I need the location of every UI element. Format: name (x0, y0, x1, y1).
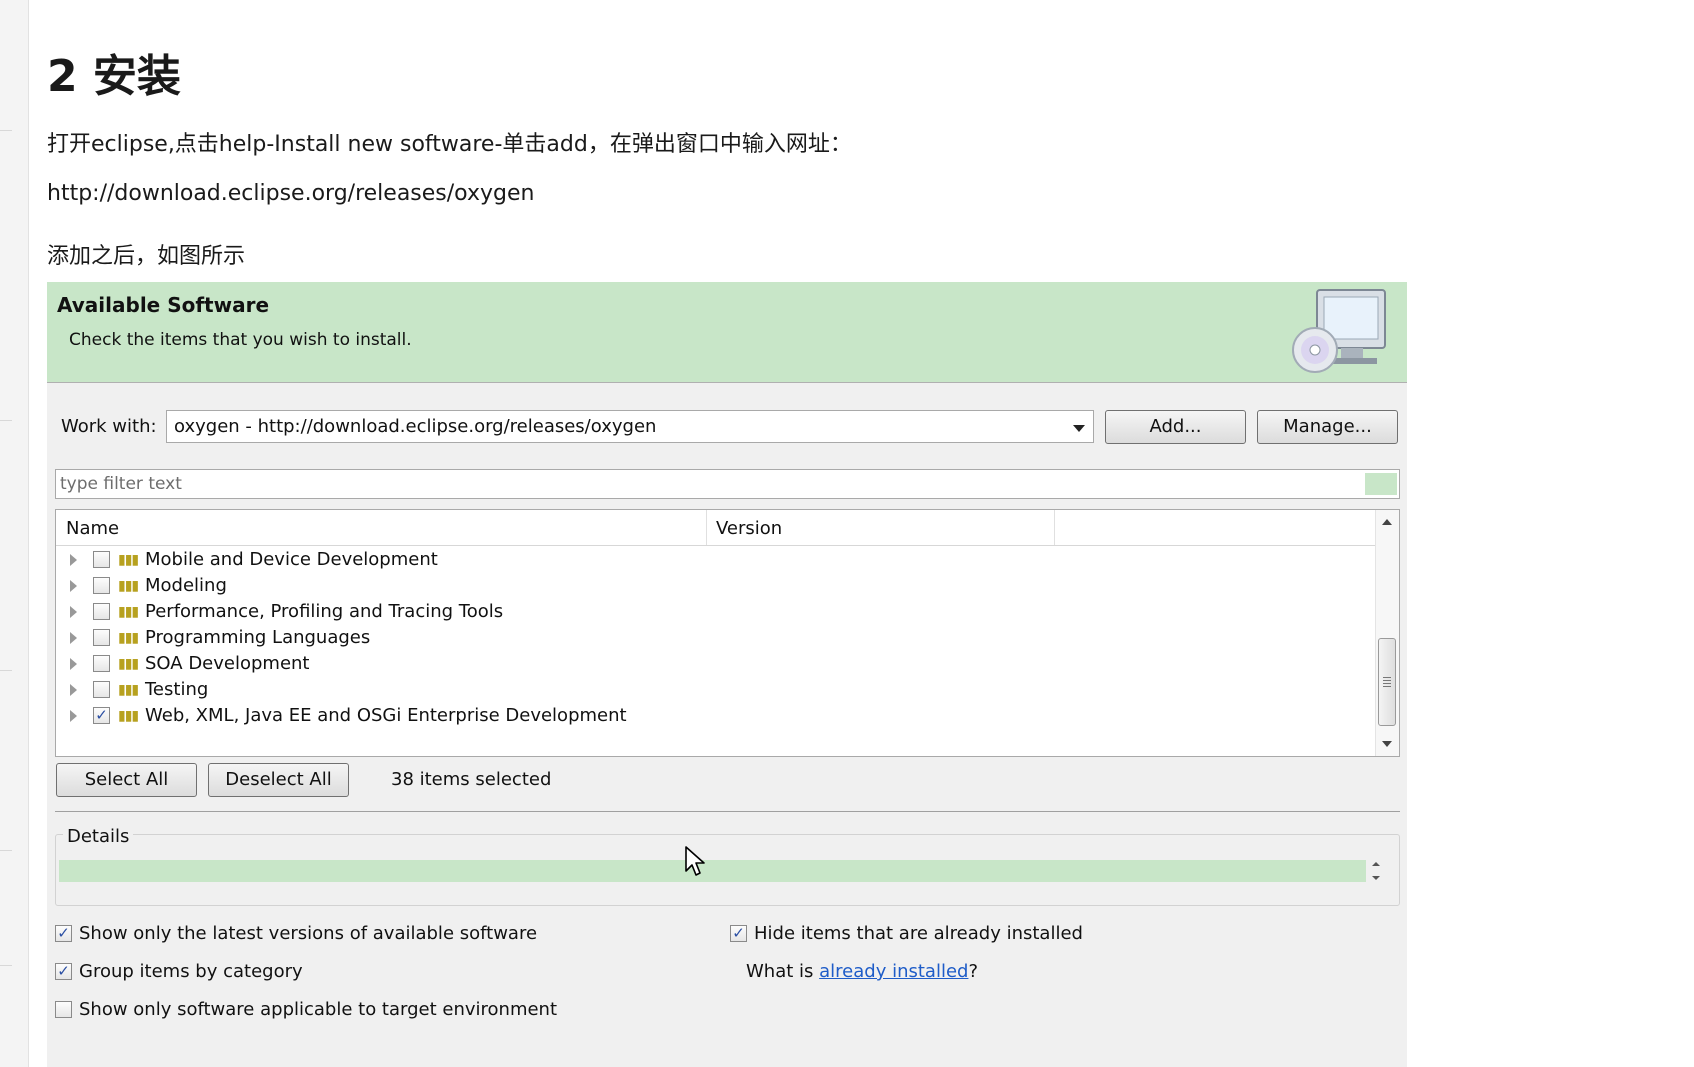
row-label: SOA Development (145, 653, 310, 674)
grip-line (1383, 686, 1391, 687)
row-label: Web, XML, Java EE and OSGi Enterprise De… (145, 705, 627, 726)
category-icon: ▮▮▮ (118, 682, 139, 698)
tree-row[interactable]: ▮▮▮ Testing (56, 677, 1376, 703)
select-all-label: Select All (84, 769, 169, 790)
category-icon: ▮▮▮ (118, 552, 139, 568)
column-header-version[interactable]: Version (716, 518, 782, 539)
software-tree: Name Version ▮▮▮ Mobile and Device Devel… (55, 509, 1400, 757)
row-checkbox[interactable] (93, 551, 110, 568)
select-all-button[interactable]: Select All (56, 763, 197, 797)
dialog-banner: Available Software Check the items that … (47, 282, 1407, 383)
scroll-up-icon[interactable] (1372, 862, 1380, 866)
grip-line (1383, 683, 1391, 684)
what-is-prefix: What is (746, 961, 820, 982)
row-checkbox-checked[interactable]: ✓ (93, 707, 110, 724)
gutter-tick (0, 965, 12, 966)
column-divider[interactable] (706, 510, 707, 545)
gutter-tick (0, 850, 12, 851)
separator (55, 811, 1400, 812)
row-checkbox[interactable] (93, 577, 110, 594)
scroll-down-icon[interactable] (1382, 741, 1392, 747)
details-label: Details (63, 826, 134, 847)
mouse-cursor-icon (685, 846, 705, 876)
group-by-category-label: Group items by category (79, 961, 303, 982)
target-environment-label: Show only software applicable to target … (79, 999, 558, 1020)
latest-versions-label: Show only the latest versions of availab… (79, 923, 538, 944)
tree-row[interactable]: ▮▮▮ Performance, Profiling and Tracing T… (56, 599, 1376, 625)
scroll-up-icon[interactable] (1382, 519, 1392, 525)
tree-row[interactable]: ▮▮▮ Modeling (56, 573, 1376, 599)
filter-input[interactable]: type filter text (55, 469, 1400, 499)
add-site-label: Add... (1149, 416, 1202, 437)
row-checkbox[interactable] (93, 629, 110, 646)
details-scroll[interactable] (1371, 862, 1381, 882)
after-add-paragraph: 添加之后，如图所示 (47, 244, 246, 269)
tree-row[interactable]: ▮▮▮ Programming Languages (56, 625, 1376, 651)
filter-clear-area (1365, 473, 1397, 495)
category-icon: ▮▮▮ (118, 578, 139, 594)
tree-row[interactable]: ✓ ▮▮▮ Web, XML, Java EE and OSGi Enterpr… (56, 703, 1376, 729)
banner-subtitle: Check the items that you wish to install… (69, 330, 412, 350)
tree-row[interactable]: ▮▮▮ SOA Development (56, 651, 1376, 677)
hide-installed-checkbox[interactable]: ✓ (730, 925, 747, 942)
scrollbar-thumb[interactable] (1378, 638, 1396, 726)
manage-sites-button[interactable]: Manage... (1257, 410, 1398, 444)
manage-sites-label: Manage... (1283, 416, 1372, 437)
target-environment-checkbox[interactable] (55, 1001, 72, 1018)
expand-arrow-icon[interactable] (70, 658, 77, 670)
details-text-area[interactable] (59, 860, 1366, 882)
deselect-all-label: Deselect All (225, 769, 332, 790)
row-checkbox[interactable] (93, 681, 110, 698)
grip-line (1383, 680, 1391, 681)
row-label: Testing (145, 679, 209, 700)
expand-arrow-icon[interactable] (70, 710, 77, 722)
category-icon: ▮▮▮ (118, 656, 139, 672)
column-header-name[interactable]: Name (66, 518, 119, 539)
left-gutter (0, 0, 29, 1067)
gutter-tick (0, 670, 12, 671)
row-checkbox[interactable] (93, 603, 110, 620)
expand-arrow-icon[interactable] (70, 580, 77, 592)
work-with-combo[interactable]: oxygen - http://download.eclipse.org/rel… (166, 410, 1094, 443)
add-site-button[interactable]: Add... (1105, 410, 1246, 444)
grip-line (1383, 677, 1391, 678)
tree-row[interactable]: ▮▮▮ Mobile and Device Development (56, 547, 1376, 573)
row-checkbox[interactable] (93, 655, 110, 672)
url-paragraph: http://download.eclipse.org/releases/oxy… (47, 181, 535, 206)
work-with-label: Work with: (61, 416, 157, 437)
computer-cd-icon (1292, 289, 1386, 373)
tree-header: Name Version (56, 510, 1378, 546)
what-is-suffix: ? (968, 961, 979, 982)
selection-status: 38 items selected (391, 769, 552, 790)
section-heading: 2 安装 (47, 51, 181, 102)
category-icon: ▮▮▮ (118, 708, 139, 724)
latest-versions-checkbox[interactable]: ✓ (55, 925, 72, 942)
gutter-tick (0, 130, 12, 131)
expand-arrow-icon[interactable] (70, 684, 77, 696)
banner-title: Available Software (57, 293, 270, 317)
gutter-tick (0, 420, 12, 421)
already-installed-link[interactable]: already installed (819, 961, 968, 982)
tree-scrollbar[interactable] (1375, 510, 1399, 756)
chevron-down-icon[interactable] (1073, 425, 1085, 432)
row-label: Performance, Profiling and Tracing Tools (145, 601, 504, 622)
instruction-paragraph: 打开eclipse,点击help-Install new software-单击… (47, 132, 852, 157)
category-icon: ▮▮▮ (118, 630, 139, 646)
row-label: Programming Languages (145, 627, 371, 648)
work-with-value: oxygen - http://download.eclipse.org/rel… (174, 416, 657, 437)
column-divider[interactable] (1054, 510, 1055, 545)
available-software-dialog: Available Software Check the items that … (47, 282, 1407, 1067)
group-by-category-checkbox[interactable]: ✓ (55, 963, 72, 980)
what-is-installed-line: What is already installed? (746, 961, 978, 983)
expand-arrow-icon[interactable] (70, 606, 77, 618)
scroll-down-icon[interactable] (1372, 876, 1380, 880)
row-label: Mobile and Device Development (145, 549, 438, 570)
hide-installed-label: Hide items that are already installed (754, 923, 1083, 944)
deselect-all-button[interactable]: Deselect All (208, 763, 349, 797)
expand-arrow-icon[interactable] (70, 554, 77, 566)
expand-arrow-icon[interactable] (70, 632, 77, 644)
filter-placeholder: type filter text (60, 474, 182, 494)
category-icon: ▮▮▮ (118, 604, 139, 620)
row-label: Modeling (145, 575, 227, 596)
